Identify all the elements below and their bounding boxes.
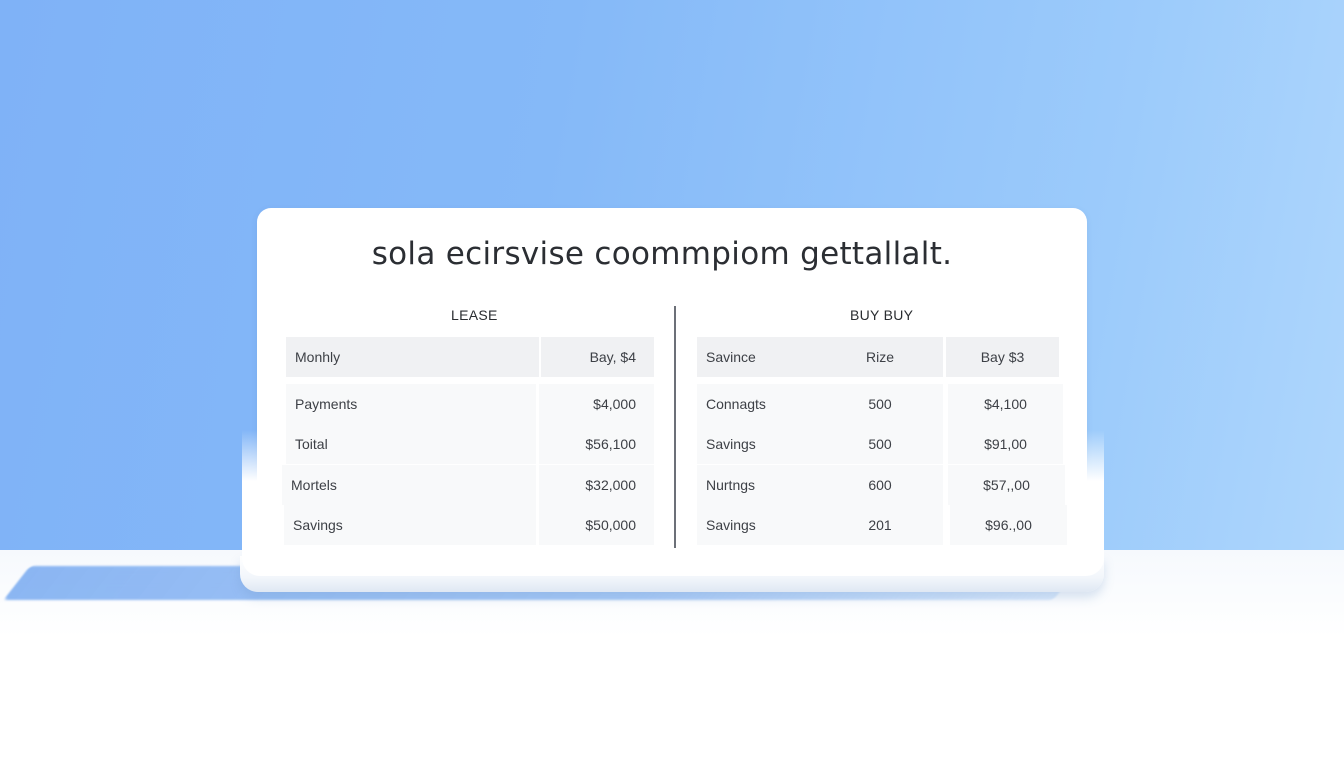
buy-row: Savings 201 $96.,00: [697, 505, 1067, 545]
lease-row: Payments $4,000: [286, 384, 654, 424]
buy-header-value: Bay $3: [946, 337, 1059, 377]
lease-header-row: Monhly Bay, $4: [286, 337, 654, 377]
buy-row: Connagts 500 $4,100: [697, 384, 1063, 424]
buy-row: Nurtngs 600 $57,,00: [697, 465, 1065, 505]
buy-heading: BUY BUY: [850, 307, 914, 323]
lease-row-value: $56,100: [539, 424, 654, 464]
lease-row: Toital $56,100: [286, 424, 654, 464]
buy-row: Savings 500 $91,00: [697, 424, 1063, 464]
lease-row: Mortels $32,000: [282, 465, 654, 505]
lease-row: Savings $50,000: [284, 505, 654, 545]
buy-row-value: $4,100: [948, 384, 1063, 424]
buy-header-row: Savince Rize Bay $3: [697, 337, 1059, 377]
lease-row-value: $32,000: [539, 465, 654, 505]
buy-row-label: Savings: [697, 505, 817, 545]
buy-row-value: $91,00: [948, 424, 1063, 464]
scene: sola ecirsvise coommpiom gettallalt. LEA…: [0, 0, 1344, 768]
lease-row-label: Mortels: [282, 465, 536, 505]
lease-row-label: Toital: [286, 424, 536, 464]
lease-row-value: $50,000: [539, 505, 654, 545]
buy-row-mid: 600: [817, 465, 943, 505]
buy-row-mid: 201: [817, 505, 943, 545]
buy-row-value: $57,,00: [948, 465, 1065, 505]
buy-row-mid: 500: [817, 384, 943, 424]
lease-row-label: Payments: [286, 384, 536, 424]
buy-header-label: Savince: [697, 337, 817, 377]
lease-header-label: Monhly: [286, 337, 539, 377]
lease-header-value: Bay, $4: [541, 337, 654, 377]
buy-row-label: Connagts: [697, 384, 817, 424]
buy-header-mid: Rize: [817, 337, 943, 377]
lease-heading: LEASE: [451, 307, 498, 323]
column-divider: [674, 306, 676, 548]
buy-row-label: Savings: [697, 424, 817, 464]
buy-row-value: $96.,00: [950, 505, 1067, 545]
panel-title: sola ecirsvise coommpiom gettallalt.: [371, 236, 953, 272]
lease-row-value: $4,000: [539, 384, 654, 424]
lease-row-label: Savings: [284, 505, 536, 545]
buy-row-mid: 500: [817, 424, 943, 464]
buy-row-label: Nurtngs: [697, 465, 817, 505]
